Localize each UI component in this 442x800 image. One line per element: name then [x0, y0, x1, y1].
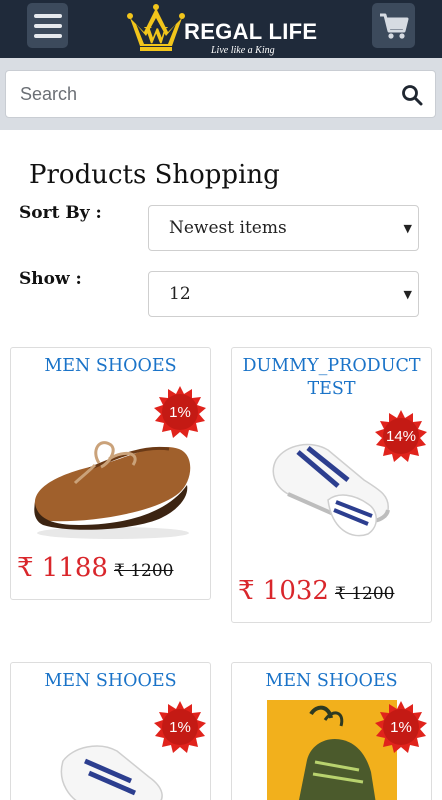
show-count-value: 12	[169, 284, 191, 304]
discount-value: 1%	[169, 718, 191, 736]
product-card[interactable]: MEN SHOOES 1% ₹ 1188 ₹ 1200	[10, 347, 211, 600]
discount-badge: 1%	[154, 386, 206, 438]
sort-by-value: Newest items	[169, 218, 287, 238]
cart-glyph	[379, 13, 408, 39]
discount-value: 1%	[390, 718, 412, 736]
sort-by-label: Sort By :	[19, 203, 102, 223]
discount-badge: 14%	[375, 410, 427, 462]
brand-name: REGAL LIFE	[184, 19, 318, 44]
top-navbar: W REGAL LIFE Live like a King	[0, 0, 442, 58]
current-price: ₹ 1188	[17, 553, 108, 583]
brand-logo[interactable]: W REGAL LIFE Live like a King	[126, 2, 318, 58]
product-card[interactable]: MEN SHOOES 1%	[10, 662, 211, 800]
menu-bar	[33, 23, 62, 28]
original-price: ₹ 1200	[334, 584, 395, 604]
search-bar-container	[0, 58, 442, 130]
menu-bar	[33, 13, 62, 18]
discount-badge: 1%	[375, 701, 427, 753]
price-row: ₹ 1032 ₹ 1200	[238, 576, 394, 606]
discount-value: 14%	[385, 427, 417, 445]
search-icon[interactable]	[401, 84, 423, 106]
search-box	[5, 70, 436, 118]
product-card[interactable]: DUMMY_PRODUCTTEST 14% ₹ 1032 ₹ 1200	[231, 347, 432, 623]
product-name: DUMMY_PRODUCTTEST	[242, 356, 421, 399]
svg-text:W: W	[144, 23, 168, 49]
chevron-down-icon: ▼	[403, 222, 412, 235]
search-input[interactable]	[20, 71, 390, 117]
discount-badge: 1%	[154, 701, 206, 753]
page-title: Products Shopping	[29, 160, 280, 190]
product-name: MEN SHOOES	[265, 671, 398, 691]
show-count-select[interactable]: 12 ▼	[148, 271, 419, 317]
white-sneaker-shoe-image	[60, 745, 163, 800]
show-label: Show :	[19, 269, 82, 289]
product-name: MEN SHOOES	[44, 671, 177, 691]
brown-loafer-shoe-image	[34, 441, 191, 539]
product-name: MEN SHOOES	[44, 356, 177, 376]
crown-icon: W	[127, 4, 185, 51]
menu-bar	[33, 33, 62, 38]
chevron-down-icon: ▼	[403, 288, 412, 301]
sort-by-select[interactable]: Newest items ▼	[148, 205, 419, 251]
discount-value: 1%	[169, 403, 191, 421]
hamburger-menu-icon[interactable]	[27, 3, 68, 48]
original-price: ₹ 1200	[113, 561, 174, 581]
shopping-cart-icon[interactable]	[372, 3, 415, 48]
price-row: ₹ 1188 ₹ 1200	[17, 553, 173, 583]
brand-tagline: Live like a King	[211, 45, 275, 56]
product-card[interactable]: MEN SHOOES 1%	[231, 662, 432, 800]
current-price: ₹ 1032	[238, 576, 329, 606]
